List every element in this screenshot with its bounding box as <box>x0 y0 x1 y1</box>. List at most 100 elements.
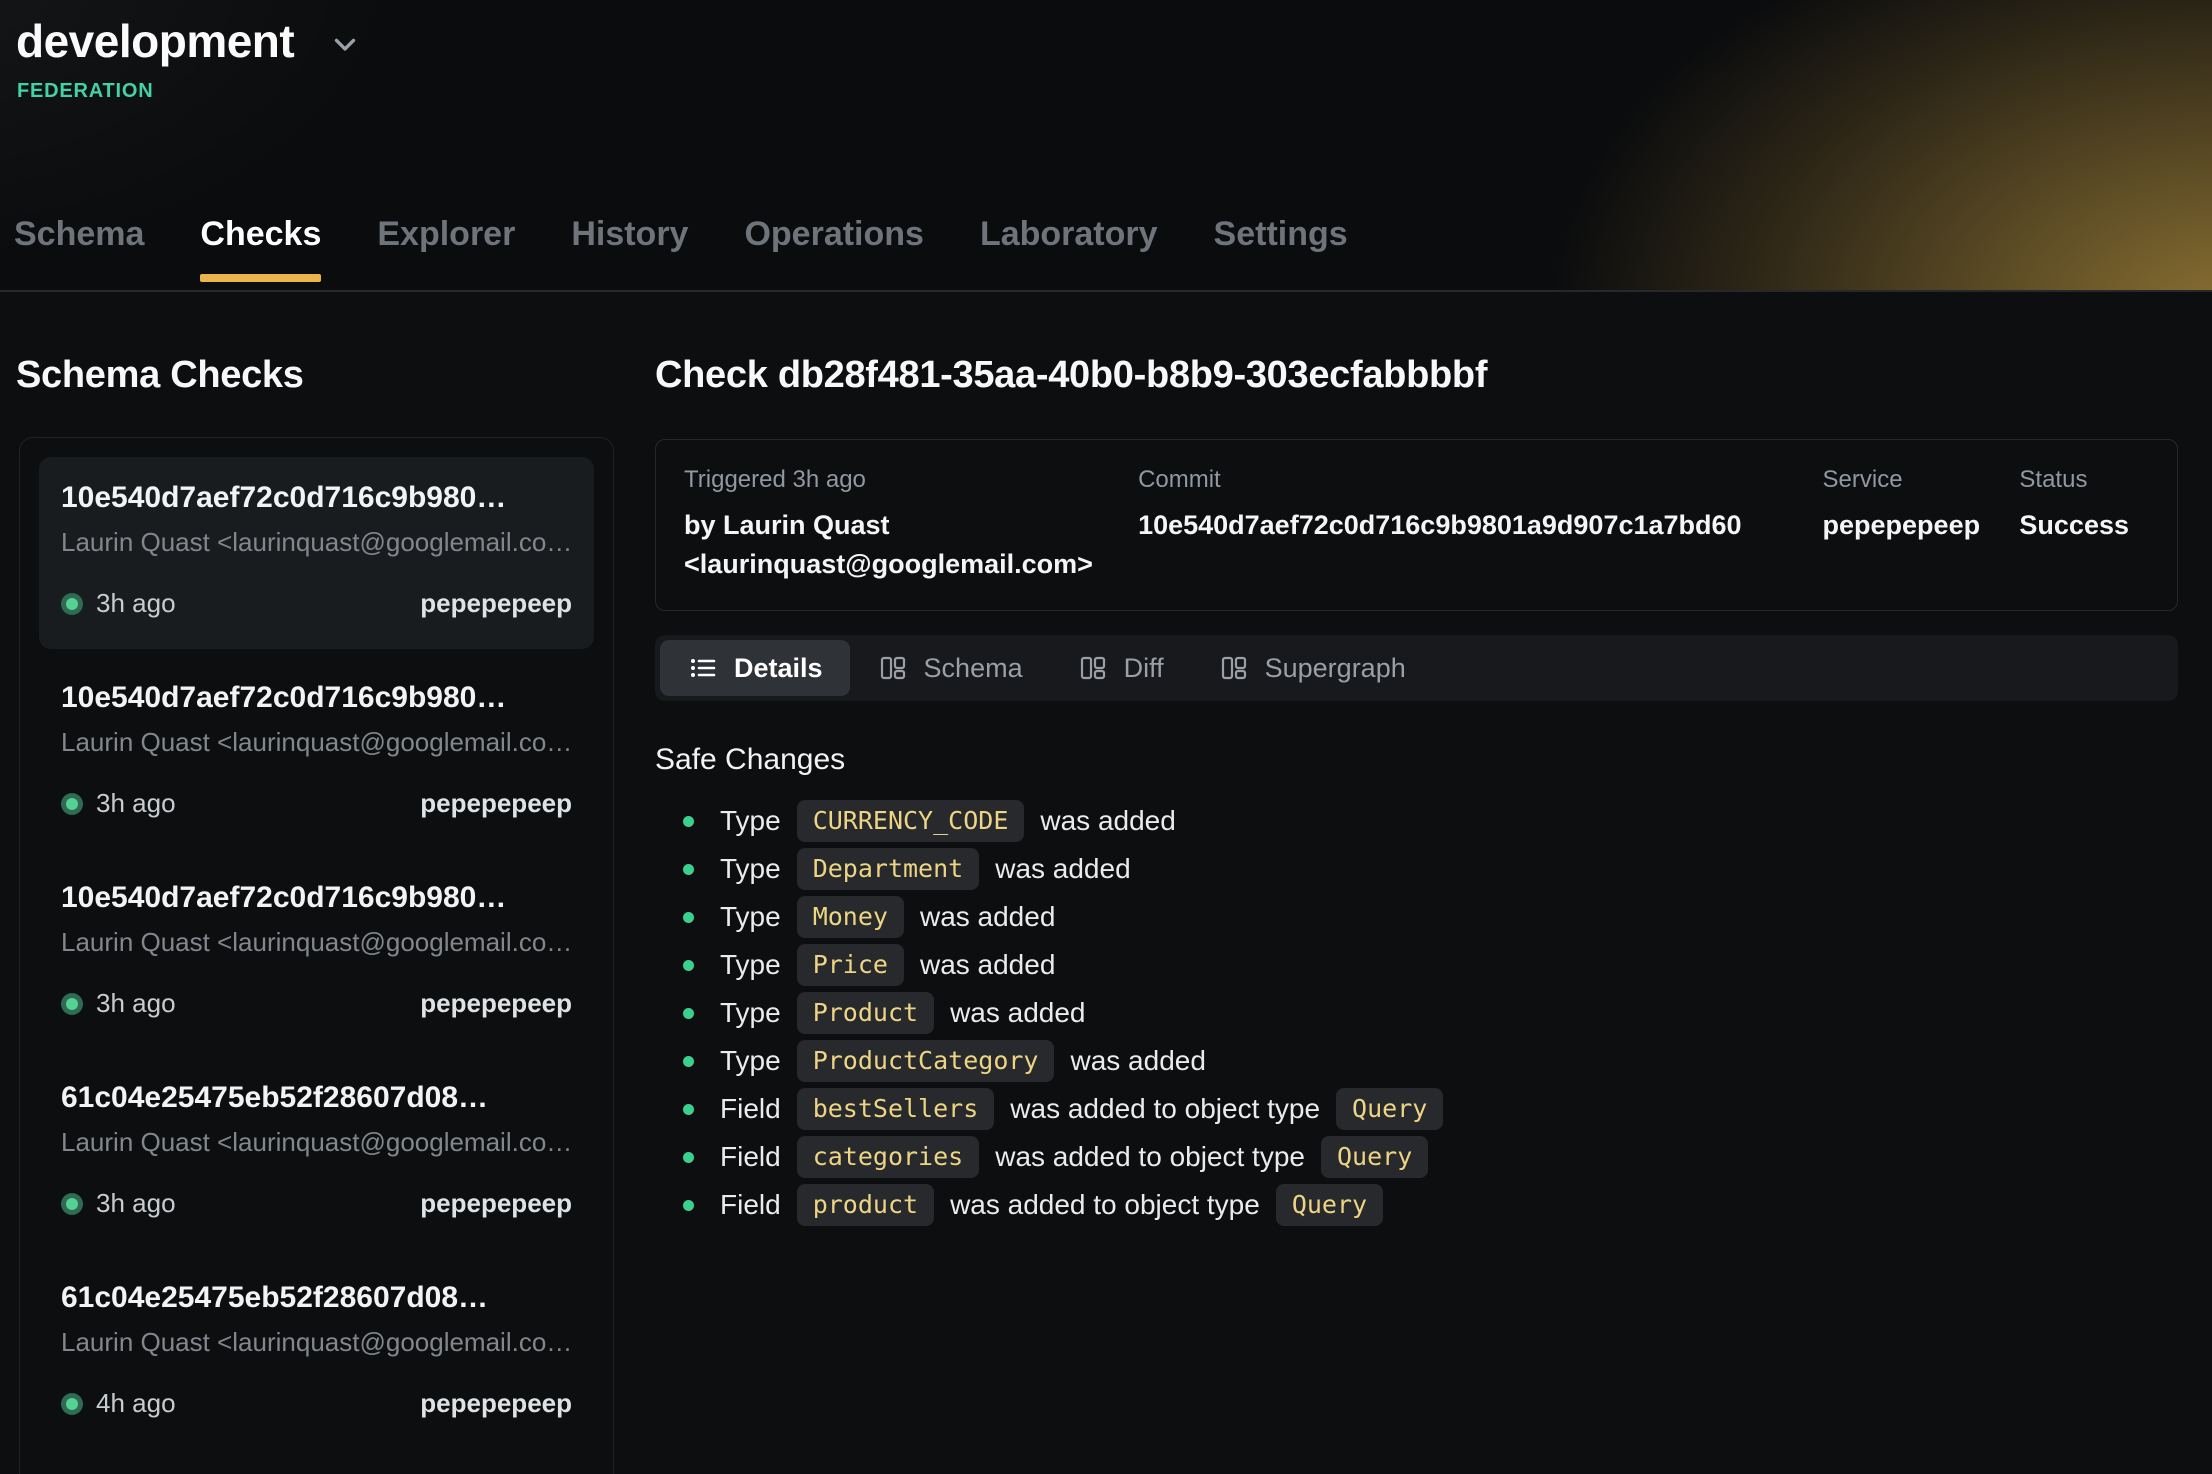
check-commit-title: 61c04e25475eb52f28607d08… <box>61 1081 572 1115</box>
change-suffix: was added <box>1040 805 1175 837</box>
check-list-item[interactable]: 10e540d7aef72c0d716c9b980… Laurin Quast … <box>39 657 594 849</box>
nav-tab[interactable]: Operations <box>744 215 923 290</box>
check-commit-title: 61c04e25475eb52f28607d08… <box>61 1281 572 1315</box>
status-label: Status <box>2019 466 2129 494</box>
commit-hash: 10e540d7aef72c0d716c9b9801a9d907c1a7bd60 <box>1138 506 1802 545</box>
check-detail-panel: Check db28f481-35aa-40b0-b8b9-303ecfabbb… <box>655 354 2212 1472</box>
nav-tab[interactable]: Checks <box>200 215 321 290</box>
bullet-icon <box>683 1056 694 1067</box>
view-tab[interactable]: Diff <box>1050 640 1191 696</box>
check-time: 3h ago <box>96 988 176 1019</box>
change-prefix: Type <box>720 901 781 933</box>
federation-badge: FEDERATION <box>17 80 2212 103</box>
status-dot-icon <box>61 593 83 615</box>
bullet-icon <box>683 1008 694 1019</box>
workspace-title[interactable]: development <box>16 14 294 68</box>
change-prefix: Field <box>720 1141 781 1173</box>
check-meta-box: Triggered 3h ago by Laurin Quast <laurin… <box>655 439 2178 611</box>
schema-checks-sidebar: Schema Checks 10e540d7aef72c0d716c9b980…… <box>0 354 614 1472</box>
columns-icon <box>877 652 909 684</box>
bullet-icon <box>683 1152 694 1163</box>
status-dot-icon <box>61 1193 83 1215</box>
change-suffix: was added <box>920 901 1055 933</box>
change-code-chip: product <box>797 1184 934 1226</box>
app-window: development FEDERATION Schema Checks Exp… <box>0 0 2212 1474</box>
change-prefix: Type <box>720 949 781 981</box>
nav-tab[interactable]: Laboratory <box>980 215 1158 290</box>
status-dot-icon <box>61 993 83 1015</box>
change-row: Type Price was added <box>655 941 2178 989</box>
change-row: Type ProductCategory was added <box>655 1037 2178 1085</box>
bullet-icon <box>683 816 694 827</box>
sidebar-title: Schema Checks <box>16 354 614 397</box>
change-code-chip: Product <box>797 992 934 1034</box>
change-row: Field bestSellers was added to object ty… <box>655 1085 2178 1133</box>
change-code2-chip: Query <box>1321 1136 1428 1178</box>
check-service: pepepepeep <box>420 1388 572 1419</box>
change-prefix: Type <box>720 1045 781 1077</box>
triggered-label: Triggered 3h ago <box>684 466 1118 494</box>
nav-tab[interactable]: Schema <box>14 215 144 290</box>
change-code-chip: categories <box>797 1136 980 1178</box>
check-author: Laurin Quast <laurinquast@googlemail.co… <box>61 927 572 958</box>
content-area: Schema Checks 10e540d7aef72c0d716c9b980…… <box>0 292 2212 1472</box>
check-service: pepepepeep <box>420 988 572 1019</box>
check-time: 4h ago <box>96 1388 176 1419</box>
change-row: Type Money was added <box>655 893 2178 941</box>
check-commit-title: 10e540d7aef72c0d716c9b980… <box>61 481 572 515</box>
bullet-icon <box>683 1200 694 1211</box>
check-list-item[interactable]: 61c04e25475eb52f28607d08… Laurin Quast <… <box>39 1057 594 1249</box>
primary-nav: Schema Checks Explorer History Operation… <box>0 215 2212 290</box>
check-service: pepepepeep <box>420 588 572 619</box>
change-code-chip: Money <box>797 896 904 938</box>
change-code2-chip: Query <box>1276 1184 1383 1226</box>
change-prefix: Type <box>720 997 781 1029</box>
status-dot-icon <box>61 1393 83 1415</box>
change-prefix: Field <box>720 1093 781 1125</box>
view-tab[interactable]: Details <box>660 640 850 696</box>
chevron-down-icon <box>328 27 362 66</box>
check-list-item[interactable]: 10e540d7aef72c0d716c9b980… Laurin Quast … <box>39 457 594 649</box>
check-author: Laurin Quast <laurinquast@googlemail.co… <box>61 727 572 758</box>
status-value: Success <box>2019 506 2129 545</box>
bullet-icon <box>683 864 694 875</box>
check-time: 3h ago <box>96 788 176 819</box>
view-tab[interactable]: Supergraph <box>1191 640 1433 696</box>
change-prefix: Type <box>720 805 781 837</box>
change-row: Type Product was added <box>655 989 2178 1037</box>
project-header: development FEDERATION Schema Checks Exp… <box>0 0 2212 292</box>
change-suffix: was added to object type <box>1010 1093 1320 1125</box>
nav-tab[interactable]: Explorer <box>377 215 515 290</box>
safe-changes-list: Type CURRENCY_CODE was added Type Depart… <box>655 797 2178 1229</box>
check-author: Laurin Quast <laurinquast@googlemail.co… <box>61 527 572 558</box>
list-icon <box>687 652 719 684</box>
change-code-chip: CURRENCY_CODE <box>797 800 1025 842</box>
check-list-item[interactable]: 10e540d7aef72c0d716c9b980… Laurin Quast … <box>39 857 594 1049</box>
bullet-icon <box>683 912 694 923</box>
service-label: Service <box>1823 466 2000 494</box>
safe-changes-title: Safe Changes <box>655 743 2178 777</box>
workspace-selector[interactable] <box>328 27 362 66</box>
check-author: Laurin Quast <laurinquast@googlemail.co… <box>61 1327 572 1358</box>
nav-tab[interactable]: History <box>571 215 688 290</box>
nav-tab-label: History <box>571 215 688 253</box>
check-detail-title: Check db28f481-35aa-40b0-b8b9-303ecfabbb… <box>655 354 2178 397</box>
view-tab[interactable]: Schema <box>850 640 1050 696</box>
nav-tab-label: Explorer <box>377 215 515 253</box>
view-tab-label: Details <box>734 653 823 684</box>
check-list-item[interactable]: 61c04e25475eb52f28607d08… Laurin Quast <… <box>39 1257 594 1449</box>
service-name: pepepepeep <box>1823 506 2000 545</box>
change-suffix: was added <box>950 997 1085 1029</box>
view-tab-label: Supergraph <box>1265 653 1406 684</box>
nav-tab[interactable]: Settings <box>1214 215 1348 290</box>
nav-tab-label: Schema <box>14 215 144 253</box>
check-commit-title: 10e540d7aef72c0d716c9b980… <box>61 681 572 715</box>
bullet-icon <box>683 1104 694 1115</box>
view-tab-label: Diff <box>1124 653 1164 684</box>
change-code-chip: bestSellers <box>797 1088 995 1130</box>
nav-tab-label: Settings <box>1214 215 1348 253</box>
triggered-email: <laurinquast@googlemail.com> <box>684 545 1118 584</box>
change-code-chip: Department <box>797 848 980 890</box>
change-code-chip: Price <box>797 944 904 986</box>
change-code2-chip: Query <box>1336 1088 1443 1130</box>
